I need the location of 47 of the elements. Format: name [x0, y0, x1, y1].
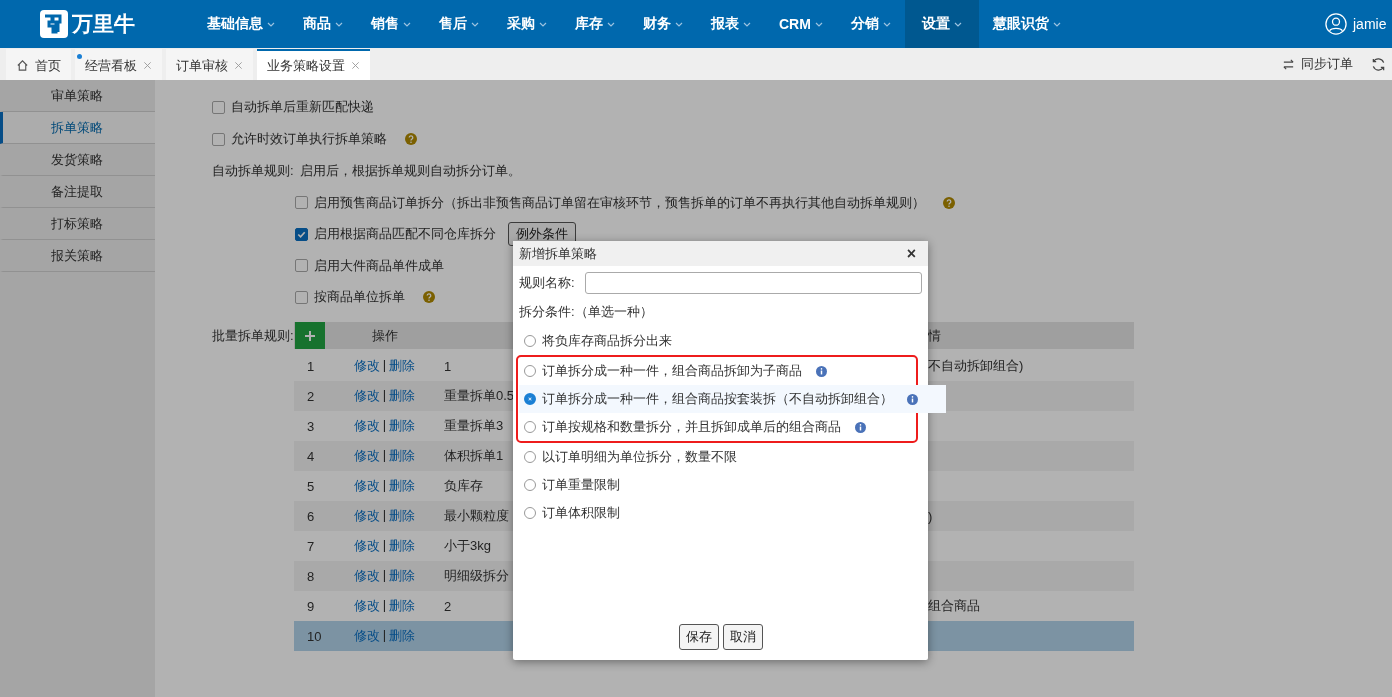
- table-cell: 2: [444, 598, 452, 614]
- separator-text: |: [382, 357, 387, 374]
- table-cell: 重量拆单3: [444, 418, 504, 433]
- table-cell: 不自动拆卸组合): [928, 358, 1024, 373]
- section-label: 自动拆单规则:: [212, 162, 294, 180]
- table-cell: 4: [307, 448, 315, 464]
- table-cell: 5: [307, 478, 315, 494]
- table-cell: 1: [307, 358, 315, 374]
- table-cell: 组合商品: [928, 598, 980, 613]
- section-label: 批量拆单规则:: [212, 327, 294, 345]
- table-cell: 最小颗粒度: [444, 508, 509, 523]
- table-cell: 2: [307, 388, 315, 404]
- table-cell: 负库存: [444, 478, 483, 493]
- table-cell: 10: [307, 628, 322, 644]
- option-label: 允许时效订单执行拆单策略: [231, 130, 387, 148]
- separator-text: |: [382, 417, 387, 434]
- separator-text: |: [382, 567, 387, 584]
- separator-text: |: [382, 627, 387, 644]
- table-cell: 9: [307, 598, 315, 614]
- dialog-title: 新增拆单策略: [519, 244, 597, 263]
- separator-text: |: [382, 537, 387, 554]
- table-cell: 体积拆单1: [444, 448, 504, 463]
- separator-text: |: [382, 507, 387, 524]
- table-cell: 重量拆单0.5: [444, 388, 515, 403]
- option-label: 启用根据商品匹配不同仓库拆分: [314, 225, 496, 244]
- field-label: 规则名称:: [519, 274, 575, 292]
- table-cell: 明细级拆分: [444, 568, 509, 583]
- option-label: 启用预售商品订单拆分（拆出非预售商品订单留在审核环节，预售拆单的订单不再执行其他自动拆单规则）: [314, 193, 925, 212]
- table-cell: 3: [307, 418, 315, 434]
- section-description: 启用后，根据拆单规则自动拆分订单。: [299, 162, 521, 180]
- option-label: 自动拆单后重新匹配快递: [231, 98, 374, 116]
- table-cell: 6: [307, 508, 315, 524]
- table-cell: 8: [307, 568, 315, 584]
- option-label: 启用大件商品单件成单: [314, 256, 444, 275]
- separator-text: |: [382, 477, 387, 494]
- logo-text: 万里牛: [72, 11, 135, 37]
- separator-text: |: [382, 387, 387, 404]
- column-header: 操作: [370, 326, 399, 345]
- option-label: 按商品单位拆单: [314, 288, 405, 307]
- field-label: 拆分条件:（单选一种）: [519, 304, 653, 319]
- separator-text: |: [382, 597, 387, 614]
- table-cell: 1: [444, 358, 452, 374]
- table-cell: ): [928, 508, 933, 524]
- table-cell: 7: [307, 538, 315, 554]
- column-header: 情: [928, 326, 942, 345]
- table-cell: 小于3kg: [444, 538, 491, 553]
- separator-text: |: [382, 447, 387, 464]
